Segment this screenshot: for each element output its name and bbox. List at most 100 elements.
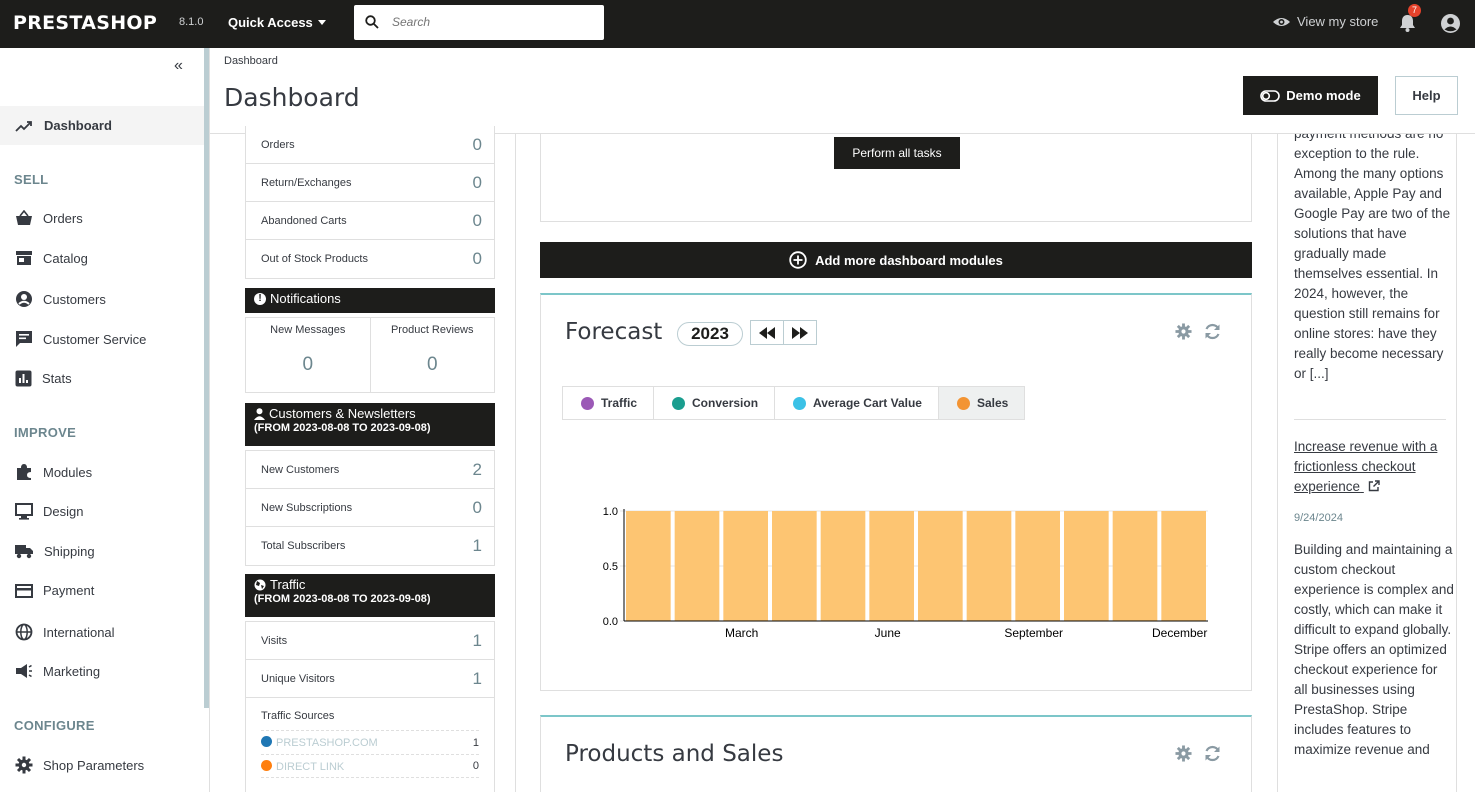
prestashop-logo[interactable]: PRESTASHOP bbox=[13, 12, 157, 34]
quick-access-button[interactable]: Quick Access bbox=[228, 15, 326, 30]
sidebar-item-orders[interactable]: Orders bbox=[15, 210, 83, 226]
activity-summary: Orders 0 Return/Exchanges 0 Abandoned Cart… bbox=[245, 126, 495, 279]
x-tick-label: December bbox=[1152, 626, 1207, 640]
x-tick-label: September bbox=[1004, 626, 1063, 640]
activity-row-abandoned-carts[interactable]: Abandoned Carts 0 bbox=[246, 202, 494, 240]
toggle-icon bbox=[1260, 89, 1281, 102]
new-messages-cell[interactable]: New Messages 0 bbox=[246, 318, 370, 392]
sidebar-item-design[interactable]: Design bbox=[15, 503, 83, 520]
legend-dot bbox=[793, 396, 807, 410]
bar bbox=[723, 511, 768, 621]
sidebar-item-marketing[interactable]: Marketing bbox=[15, 663, 100, 679]
view-store-label: View my store bbox=[1297, 14, 1379, 29]
news-article-link[interactable]: Increase revenue with a frictionless che… bbox=[1294, 437, 1454, 497]
demo-mode-button[interactable]: Demo mode bbox=[1243, 76, 1378, 115]
basket-icon bbox=[16, 210, 32, 225]
breadcrumb[interactable]: Dashboard bbox=[224, 55, 278, 67]
customers-row-subscriptions[interactable]: New Subscriptions 0 bbox=[246, 489, 494, 527]
sidebar-item-stats[interactable]: Stats bbox=[15, 370, 72, 387]
sidebar-item-payment[interactable]: Payment bbox=[15, 583, 94, 598]
bar bbox=[772, 511, 817, 621]
traffic-source-row[interactable]: DIRECT LINK 0 bbox=[261, 754, 479, 778]
sidebar-item-label: Design bbox=[43, 504, 84, 519]
forecast-panel-actions bbox=[1175, 323, 1221, 340]
traffic-panel: Visits 1 Unique Visitors 1 Traffic Sources… bbox=[245, 621, 495, 792]
refresh-icon[interactable] bbox=[1204, 745, 1221, 762]
activity-row-out-of-stock[interactable]: Out of Stock Products 0 bbox=[246, 240, 494, 278]
customers-title: Customers & Newsletters bbox=[269, 406, 416, 421]
notifications-panel: New Messages 0 Product Reviews 0 bbox=[245, 317, 495, 393]
quick-access-label: Quick Access bbox=[228, 15, 313, 30]
sidebar-item-international[interactable]: International bbox=[15, 623, 115, 641]
customers-newsletters-header: Customers & Newsletters (FROM 2023-08-08… bbox=[245, 403, 495, 446]
sidebar-item-label: Marketing bbox=[43, 663, 101, 679]
customers-row-new[interactable]: New Customers 2 bbox=[246, 451, 494, 489]
previous-year-button[interactable] bbox=[751, 321, 783, 344]
legend-average-cart-value[interactable]: Average Cart Value bbox=[775, 387, 939, 419]
legend-traffic[interactable]: Traffic bbox=[563, 387, 655, 419]
bar bbox=[869, 511, 914, 621]
sidebar-item-modules[interactable]: Modules bbox=[15, 463, 92, 481]
notifications-title: Notifications bbox=[270, 291, 341, 306]
next-year-button[interactable] bbox=[783, 321, 816, 344]
search-input[interactable] bbox=[392, 13, 592, 31]
sidebar-item-dashboard[interactable]: Dashboard bbox=[0, 106, 204, 145]
top-header: PRESTASHOP 8.1.0 Quick Access View my st… bbox=[0, 0, 1475, 48]
external-link-icon bbox=[1368, 480, 1380, 492]
sidebar-item-label: Modules bbox=[43, 464, 93, 480]
eye-icon bbox=[1273, 17, 1290, 26]
traffic-title: Traffic bbox=[270, 577, 306, 592]
sidebar-item-shipping[interactable]: Shipping bbox=[15, 543, 95, 559]
notifications-header: ! Notifications bbox=[245, 288, 495, 313]
y-tick-label: 1.0 bbox=[603, 506, 618, 518]
settings-icon[interactable] bbox=[1175, 745, 1192, 762]
sidebar-item-catalog[interactable]: Catalog bbox=[15, 250, 88, 266]
help-button[interactable]: Help bbox=[1395, 76, 1458, 115]
bar bbox=[918, 511, 963, 621]
column-divider bbox=[515, 134, 516, 792]
customers-row-total-subscribers[interactable]: Total Subscribers 1 bbox=[246, 527, 494, 565]
profile-icon[interactable] bbox=[1440, 13, 1461, 34]
view-store-link[interactable]: View my store bbox=[1272, 14, 1378, 29]
sidebar-scrollbar[interactable] bbox=[204, 48, 209, 708]
sidebar-item-label: Customer Service bbox=[43, 331, 147, 347]
search-box[interactable] bbox=[354, 5, 604, 40]
y-tick-label: 0.0 bbox=[603, 616, 618, 628]
traffic-source-row[interactable]: PRESTASHOP.COM 1 bbox=[261, 730, 479, 754]
add-dashboard-modules-button[interactable]: Add more dashboard modules bbox=[540, 242, 1252, 278]
news-separator bbox=[1294, 419, 1446, 420]
bar bbox=[820, 511, 866, 621]
store-icon bbox=[16, 251, 32, 265]
traffic-sources-label: Traffic Sources bbox=[261, 710, 335, 722]
trending-up-icon bbox=[15, 120, 32, 132]
sidebar-item-shop-parameters[interactable]: Shop Parameters bbox=[15, 756, 144, 774]
notifications-badge: 7 bbox=[1408, 4, 1421, 17]
sidebar-item-customers[interactable]: Customers bbox=[15, 290, 106, 308]
settings-icon bbox=[15, 756, 33, 774]
activity-row-orders[interactable]: Orders 0 bbox=[246, 126, 494, 164]
bar bbox=[1161, 511, 1206, 621]
bar bbox=[1112, 511, 1158, 621]
legend-dot bbox=[956, 396, 970, 410]
traffic-date-range: (FROM 2023-08-08 TO 2023-09-08) bbox=[254, 593, 431, 605]
settings-icon[interactable] bbox=[1175, 323, 1192, 340]
activity-row-returns[interactable]: Return/Exchanges 0 bbox=[246, 164, 494, 202]
product-reviews-cell[interactable]: Product Reviews 0 bbox=[369, 318, 495, 392]
sidebar-item-label: Orders bbox=[43, 210, 83, 226]
legend-sales[interactable]: Sales bbox=[938, 387, 1025, 419]
sidebar-item-label: Stats bbox=[42, 371, 72, 386]
traffic-row-visits[interactable]: Visits 1 bbox=[246, 622, 494, 660]
add-modules-label: Add more dashboard modules bbox=[815, 252, 1003, 268]
plus-circle-icon bbox=[789, 251, 807, 269]
legend-conversion[interactable]: Conversion bbox=[654, 387, 776, 419]
traffic-row-unique-visitors[interactable]: Unique Visitors 1 bbox=[246, 660, 494, 698]
refresh-icon[interactable] bbox=[1204, 323, 1221, 340]
megaphone-icon bbox=[16, 664, 32, 678]
news-excerpt: payment methods are no exception to the … bbox=[1294, 134, 1451, 381]
perform-all-tasks-button[interactable]: Perform all tasks bbox=[834, 137, 960, 169]
collapse-sidebar-icon[interactable]: « bbox=[174, 57, 183, 75]
forecast-title: Forecast bbox=[565, 319, 663, 345]
sidebar-item-customer-service[interactable]: Customer Service bbox=[15, 330, 146, 348]
bar bbox=[966, 511, 1012, 621]
y-tick-label: 0.5 bbox=[603, 561, 618, 573]
